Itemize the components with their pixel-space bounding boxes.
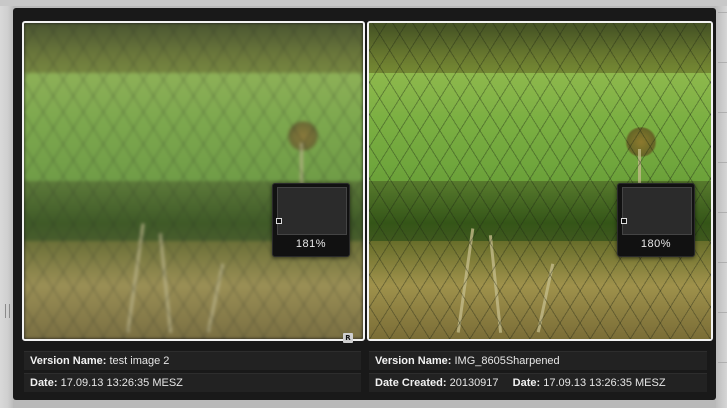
version-name-label: Version Name: xyxy=(30,355,107,367)
right-date-row: Date Created: 20130917 Date: 17.09.13 13… xyxy=(369,373,707,392)
left-panel-edge xyxy=(0,6,13,408)
loupe-preview xyxy=(622,187,692,235)
version-name-label: Version Name: xyxy=(375,355,452,367)
loupe-position-marker xyxy=(276,218,282,224)
loupe-position-marker xyxy=(621,218,627,224)
photo-content xyxy=(369,23,711,339)
date-value: 17.09.13 13:26:35 MESZ xyxy=(543,377,666,389)
window-top-edge xyxy=(0,0,727,6)
scroll-track[interactable] xyxy=(718,12,727,392)
right-version-name-row: Version Name: IMG_8605Sharpened xyxy=(369,351,707,370)
photo-content xyxy=(24,23,363,339)
compare-viewer: 181% R 180% Version Name: test image 2 D… xyxy=(13,8,716,400)
left-version-name-row: Version Name: test image 2 xyxy=(24,351,361,370)
reference-badge-icon: R xyxy=(343,333,353,343)
date-created-value: 20130917 xyxy=(449,377,499,389)
version-name-value: test image 2 xyxy=(109,355,170,367)
loupe-preview xyxy=(277,187,347,235)
date-label: Date: xyxy=(512,377,541,389)
date-label: Date: xyxy=(30,377,58,389)
date-value: 17.09.13 13:26:35 MESZ xyxy=(60,377,183,389)
resize-grip-icon[interactable] xyxy=(5,304,10,318)
loupe-icon[interactable]: 180% xyxy=(617,183,695,257)
loupe-zoom-level: 181% xyxy=(295,238,327,250)
left-version-image[interactable]: 181% xyxy=(22,21,365,341)
date-created-label: Date Created: xyxy=(375,377,447,389)
left-date-row: Date: 17.09.13 13:26:35 MESZ xyxy=(24,373,361,392)
version-name-value: IMG_8605Sharpened xyxy=(454,355,560,367)
loupe-icon[interactable]: 181% xyxy=(272,183,350,257)
loupe-zoom-level: 180% xyxy=(640,238,672,250)
right-version-image[interactable]: 180% xyxy=(367,21,713,341)
